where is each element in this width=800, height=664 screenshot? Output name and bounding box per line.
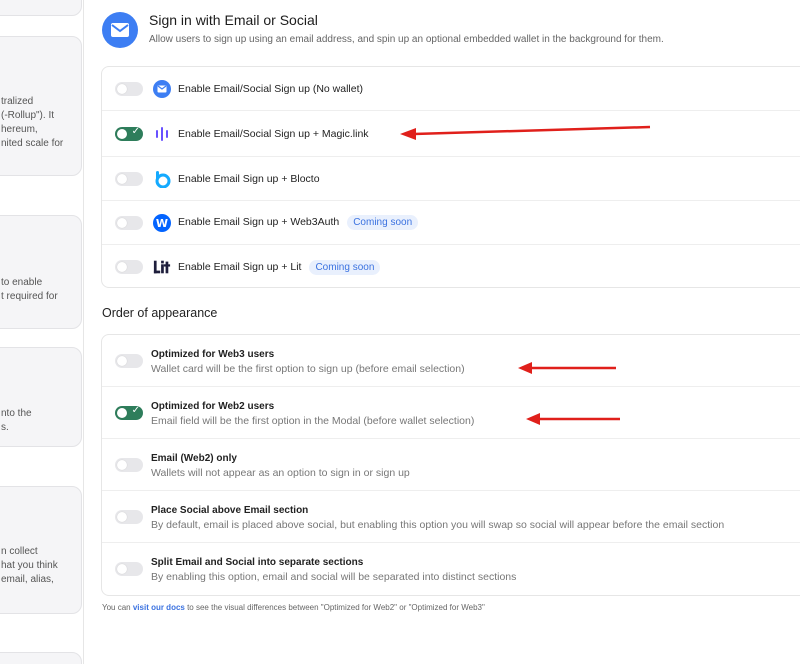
option-label-no-wallet: Enable Email/Social Sign up (No wallet): [178, 82, 364, 95]
left-card-1-line-3: nited scale for: [1, 138, 64, 149]
option-label-web3auth: Enable Email Sign up + Web3Auth Coming so…: [178, 215, 419, 230]
appearance-title-social-above: Place Social above Email section: [151, 505, 309, 516]
left-card-3[interactable]: nto the s.: [0, 347, 82, 447]
toggle-web3-optimized[interactable]: [115, 354, 143, 368]
appearance-desc-social-above: By default, email is placed above social…: [151, 519, 725, 531]
appearance-row-social-above: Place Social above Email section By defa…: [102, 491, 800, 543]
option-label-magic-link: Enable Email/Social Sign up + Magic.link: [178, 127, 369, 140]
red-arrow-icon: [400, 125, 651, 140]
footnote-suffix: to see the visual differences between "O…: [184, 603, 485, 612]
toggle-email-only[interactable]: [115, 458, 143, 472]
left-card-1[interactable]: tralized (-Rollup"). It hereum, nited sc…: [0, 36, 82, 176]
coming-soon-badge: Coming soon: [309, 259, 381, 275]
option-label-blocto: Enable Email Sign up + Blocto: [178, 172, 320, 185]
svg-text:W: W: [156, 217, 168, 230]
left-card-4-line-2: email, alias,: [1, 574, 54, 585]
toggle-blocto[interactable]: [115, 171, 143, 186]
visit-docs-link[interactable]: visit our docs: [133, 603, 185, 612]
blocto-icon: [153, 170, 171, 188]
appearance-title-split: Split Email and Social into separate sec…: [151, 557, 364, 568]
left-card-2[interactable]: to enable t required for: [0, 215, 82, 329]
red-arrow-icon: [526, 413, 620, 425]
appearance-row-web3: Optimized for Web3 users Wallet card wil…: [102, 335, 800, 387]
appearance-title-web2: Optimized for Web2 users: [151, 401, 275, 412]
option-row-web3auth: W Enable Email Sign up + Web3Auth Coming …: [102, 201, 800, 245]
order-of-appearance-title: Order of appearance: [102, 306, 218, 320]
option-label-lit: Enable Email Sign up + Lit Coming soon: [178, 259, 381, 275]
appearance-title-email-only: Email (Web2) only: [151, 453, 237, 464]
left-card-3-line-0: nto the: [1, 408, 32, 419]
left-card-2-line-1: t required for: [1, 291, 58, 302]
toggle-web2-optimized[interactable]: ✓: [115, 405, 143, 420]
footnote: You can visit our docs to see the visual…: [102, 603, 485, 612]
toggle-lit[interactable]: [115, 260, 143, 274]
lit-icon: [153, 258, 171, 276]
left-card-2-line-0: to enable: [1, 277, 43, 288]
footnote-prefix: You can: [102, 603, 133, 612]
appearance-row-email-only: Email (Web2) only Wallets will not appea…: [102, 439, 800, 491]
left-column: tralized (-Rollup"). It hereum, nited sc…: [0, 0, 84, 664]
envelope-icon: [102, 12, 138, 48]
appearance-desc-web3: Wallet card will be the first option to …: [151, 363, 465, 375]
toggle-no-wallet[interactable]: [115, 81, 143, 96]
email-circle-icon: [153, 79, 171, 98]
left-card-4[interactable]: n collect hat you think email, alias,: [0, 486, 82, 614]
coming-soon-badge: Coming soon: [347, 215, 419, 230]
appearance-title-web3: Optimized for Web3 users: [151, 349, 275, 360]
toggle-split-sections[interactable]: [115, 562, 143, 576]
left-card-1-line-2: hereum,: [1, 124, 38, 135]
toggle-magic-link[interactable]: ✓: [115, 125, 143, 141]
left-card-3-line-1: s.: [1, 422, 9, 433]
left-card-4-line-1: hat you think: [1, 560, 58, 571]
check-icon: ✓: [131, 125, 140, 137]
option-label-web3auth-text: Enable Email Sign up + Web3Auth: [178, 216, 340, 228]
left-card-0[interactable]: [0, 0, 82, 16]
appearance-row-split: Split Email and Social into separate sec…: [102, 543, 800, 595]
email-provider-options: Enable Email/Social Sign up (No wallet) …: [101, 66, 800, 288]
appearance-row-web2: ✓ Optimized for Web2 users Email field w…: [102, 387, 800, 439]
appearance-options: Optimized for Web3 users Wallet card wil…: [101, 334, 800, 596]
toggle-web3auth[interactable]: [115, 215, 143, 230]
option-row-no-wallet: Enable Email/Social Sign up (No wallet): [102, 67, 800, 111]
section-title: Sign in with Email or Social: [149, 12, 318, 28]
check-icon: ✓: [131, 405, 140, 416]
option-row-blocto: Enable Email Sign up + Blocto: [102, 157, 800, 201]
appearance-desc-split: By enabling this option, email and socia…: [151, 571, 517, 583]
left-card-4-line-0: n collect: [1, 546, 38, 557]
red-arrow-icon: [518, 362, 616, 374]
left-card-5[interactable]: [0, 652, 82, 664]
section-subtitle: Allow users to sign up using an email ad…: [149, 34, 664, 45]
option-label-lit-text: Enable Email Sign up + Lit: [178, 260, 302, 273]
appearance-desc-web2: Email field will be the first option in …: [151, 415, 475, 427]
left-card-1-line-1: (-Rollup"). It: [1, 110, 55, 121]
left-card-1-line-0: tralized: [1, 96, 34, 107]
toggle-social-above[interactable]: [115, 510, 143, 524]
web3auth-icon: W: [153, 213, 171, 232]
option-row-lit: Enable Email Sign up + Lit Coming soon: [102, 245, 800, 289]
magic-link-icon: [153, 125, 171, 143]
appearance-desc-email-only: Wallets will not appear as an option to …: [151, 467, 410, 479]
